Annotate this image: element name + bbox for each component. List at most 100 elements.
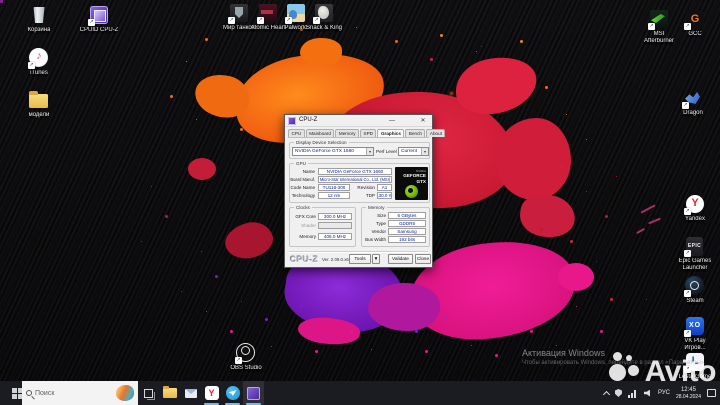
icon-label: OBS Studio <box>230 365 262 371</box>
windows-logo-icon <box>11 387 17 393</box>
yandex-browser-icon: Y <box>204 386 219 400</box>
gfx-core-label: GFX Core <box>295 214 316 219</box>
cpuz-footer-logo: CPU-Z <box>290 254 319 264</box>
cpuz-taskbar-button[interactable] <box>243 381 264 405</box>
cpuz-icon <box>88 5 109 26</box>
tab-cpu[interactable]: CPU <box>288 129 305 137</box>
minimize-button[interactable]: — <box>385 115 399 127</box>
gfx-core-value: 300.0 MHz <box>318 213 352 220</box>
snack-king-icon <box>313 3 334 24</box>
close-icon[interactable]: ✕ <box>416 115 430 127</box>
perf-level-select[interactable]: Current ▼ <box>398 147 429 156</box>
start-button[interactable] <box>0 381 22 405</box>
task-view-icon <box>144 388 155 400</box>
icon-label: Корзина <box>27 27 51 33</box>
cpuz-window-icon <box>288 117 296 125</box>
vendor-label: Vendor <box>371 229 386 234</box>
file-explorer-button[interactable] <box>159 381 180 405</box>
perf-level-label: Perf Level <box>376 149 397 154</box>
desktop-icon-recycle-bin[interactable]: Корзина <box>12 5 66 34</box>
gpu-name-value: NVIDIA GeForce GTX 1660 <box>318 168 392 175</box>
tab-bench[interactable]: Bench <box>405 129 426 137</box>
desktop-icon-folder[interactable]: модели <box>12 90 66 119</box>
icon-label: Snack & King <box>305 25 343 31</box>
size-label: Size <box>377 213 386 218</box>
validate-button[interactable]: Validate <box>388 254 413 264</box>
tools-button[interactable]: Tools <box>349 254 371 264</box>
icon-label: Launcher <box>682 265 708 271</box>
icon-label: Dragon <box>683 110 703 116</box>
desktop-icon-itunes[interactable]: iTunes <box>12 48 66 77</box>
shader-value <box>318 222 352 229</box>
group-label: Memory <box>366 204 387 211</box>
yandex-browser-button[interactable]: Y <box>201 381 222 405</box>
cpuz-titlebar[interactable]: CPU-Z — ✕ <box>285 115 432 127</box>
desktop: Корзина CPUID CPU-Z iTunes модели Мир та… <box>0 0 720 405</box>
desktop-icon-steam[interactable]: Steam <box>668 276 720 305</box>
tools-dropdown-icon[interactable]: ▼ <box>372 254 380 264</box>
desktop-icon-obs-studio[interactable]: OBS Studio <box>219 343 273 372</box>
recycle-bin-icon <box>29 5 49 25</box>
desktop-icon-gcc[interactable]: G GCC <box>668 9 720 38</box>
icon-label: iTunes <box>30 70 48 76</box>
epic-games-icon: EPIC <box>684 236 705 257</box>
technology-value: 12 nm <box>318 192 350 199</box>
tab-graphics[interactable]: Graphics <box>377 129 405 137</box>
desktop-icon-yandex[interactable]: Y Yandex <box>668 194 720 223</box>
desktop-icon-vk-play[interactable]: XO VK Play Игров... <box>668 316 720 352</box>
dragon-icon <box>682 88 703 109</box>
display-device-selection-group: Display Device Selection NVIDIA GeForce … <box>289 139 430 159</box>
clocks-group: Clocks GFX Core 300.0 MHz Shader Memory … <box>289 204 356 247</box>
search-input[interactable]: Поиск <box>22 381 138 405</box>
mail-button[interactable] <box>180 381 201 405</box>
avito-watermark: Avito <box>608 352 717 392</box>
footer-separator <box>289 251 428 252</box>
desktop-icon-dragon[interactable]: Dragon <box>666 88 720 117</box>
tab-mainboard[interactable]: Mainboard <box>305 129 335 137</box>
mail-icon <box>184 388 197 398</box>
chevron-down-icon[interactable]: ▼ <box>421 148 428 155</box>
desktop-icon-epic-games[interactable]: EPIC Epic Games Launcher <box>668 236 720 272</box>
close-button[interactable]: Close <box>415 254 431 264</box>
tab-about[interactable]: About <box>426 129 446 137</box>
name-label: Name <box>302 169 315 174</box>
memory-clock-label: Memory <box>299 234 316 239</box>
group-label: GPU <box>294 160 308 167</box>
badge-line2: GTX <box>416 179 426 184</box>
folder-icon <box>29 90 49 110</box>
telegram-icon <box>225 386 240 400</box>
tab-memory[interactable]: Memory <box>335 129 360 137</box>
avito-logo-icon <box>608 352 645 392</box>
icon-label: модели <box>28 112 50 118</box>
search-icon <box>26 390 32 396</box>
chevron-down-icon[interactable]: ▼ <box>366 148 373 155</box>
nvidia-eye-icon <box>405 185 418 198</box>
code-name-label: Code Name <box>290 185 315 190</box>
device-select[interactable]: NVIDIA GeForce GTX 1660 ▼ <box>292 147 374 156</box>
icon-label: CPUID CPU-Z <box>79 27 119 33</box>
tab-spd[interactable]: SPD <box>360 129 377 137</box>
badge-line1: GEFORCE <box>403 173 426 178</box>
memory-group: Memory Size 6 GBytes Type GDDR5 Vendor S… <box>361 204 430 247</box>
type-label: Type <box>376 221 386 226</box>
clock-date: 28.04.2024 <box>675 393 701 400</box>
technology-label: Technology <box>291 193 315 198</box>
device-select-value: NVIDIA GeForce GTX 1660 <box>295 149 354 154</box>
file-explorer-icon <box>162 386 177 398</box>
vk-play-icon: XO <box>684 316 705 337</box>
board-manuf-value: Micro-Star International Co., Ltd. (MSI) <box>318 176 392 183</box>
telegram-button[interactable] <box>222 381 243 405</box>
desktop-icon-snack-king[interactable]: Snack & King <box>297 3 351 32</box>
cpuz-icon <box>247 386 260 400</box>
cpuz-tab-strip: CPU Mainboard Memory SPD Graphics Bench … <box>288 129 446 138</box>
revision-label: Revision <box>357 185 375 190</box>
tdp-value: 130.0 W <box>377 192 392 199</box>
desktop-icon-cpuz[interactable]: CPUID CPU-Z <box>72 5 126 34</box>
itunes-icon <box>28 48 49 69</box>
group-label: Display Device Selection <box>294 139 349 146</box>
icon-label: Steam <box>686 298 704 304</box>
cpuz-window: CPU-Z — ✕ CPU Mainboard Memory SPD Graph… <box>284 114 446 268</box>
task-view-button[interactable] <box>138 381 159 405</box>
size-value: 6 GBytes <box>388 212 426 219</box>
icon-label: Yandex <box>685 216 705 222</box>
